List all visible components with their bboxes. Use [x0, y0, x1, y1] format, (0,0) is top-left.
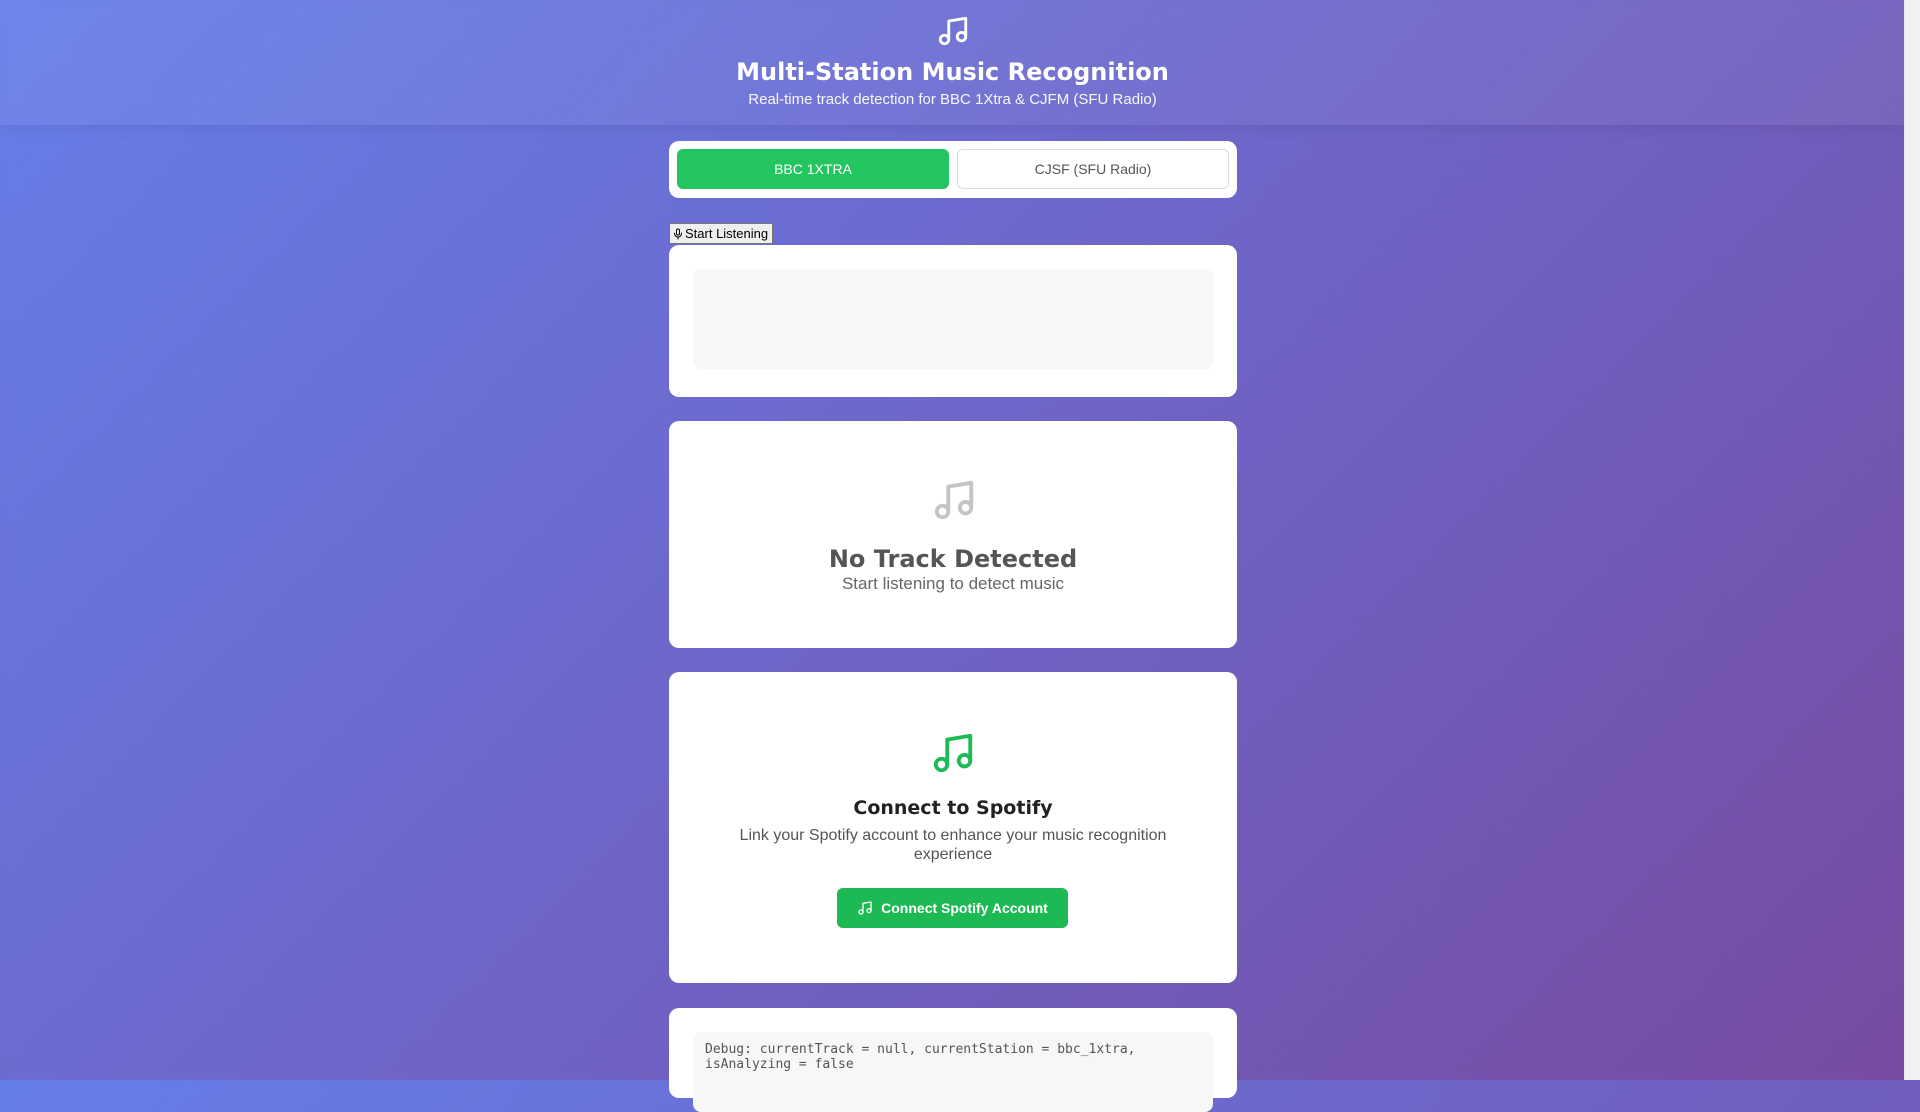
spotify-title: Connect to Spotify: [853, 797, 1053, 819]
spotify-description: Link your Spotify account to enhance you…: [739, 827, 1167, 863]
tab-bbc-1xtra[interactable]: BBC 1XTRA: [677, 149, 949, 189]
music-note-icon: [938, 16, 968, 46]
audio-visualizer-card: [669, 245, 1237, 397]
connect-spotify-button[interactable]: Connect Spotify Account: [837, 888, 1068, 928]
audio-visualizer: [693, 269, 1213, 369]
connect-spotify-label: Connect Spotify Account: [881, 900, 1048, 916]
debug-card: Debug: currentTrack = null, currentStati…: [669, 1008, 1237, 1112]
page-subtitle: Real-time track detection for BBC 1Xtra …: [748, 91, 1157, 108]
microphone-icon: [674, 228, 682, 239]
station-selector: BBC 1XTRA CJSF (SFU Radio): [669, 141, 1237, 198]
track-info-card: No Track Detected Start listening to det…: [669, 421, 1237, 648]
music-note-icon: [933, 733, 973, 773]
track-status-title: No Track Detected: [828, 545, 1078, 573]
start-listening-button[interactable]: Start Listening: [669, 223, 773, 244]
music-note-icon: [858, 901, 872, 915]
track-status-message: Start listening to detect music: [841, 574, 1065, 593]
page-scrollbar[interactable]: [1904, 0, 1920, 1080]
music-note-icon: [934, 480, 974, 520]
start-listening-label: Start Listening: [685, 226, 769, 241]
tab-cjsf[interactable]: CJSF (SFU Radio): [957, 149, 1229, 189]
debug-output: Debug: currentTrack = null, currentStati…: [693, 1032, 1213, 1112]
page-title: Multi-Station Music Recognition: [736, 58, 1169, 86]
app-header: Multi-Station Music Recognition Real-tim…: [0, 0, 1905, 125]
spotify-connect-card: Connect to Spotify Link your Spotify acc…: [669, 672, 1237, 983]
